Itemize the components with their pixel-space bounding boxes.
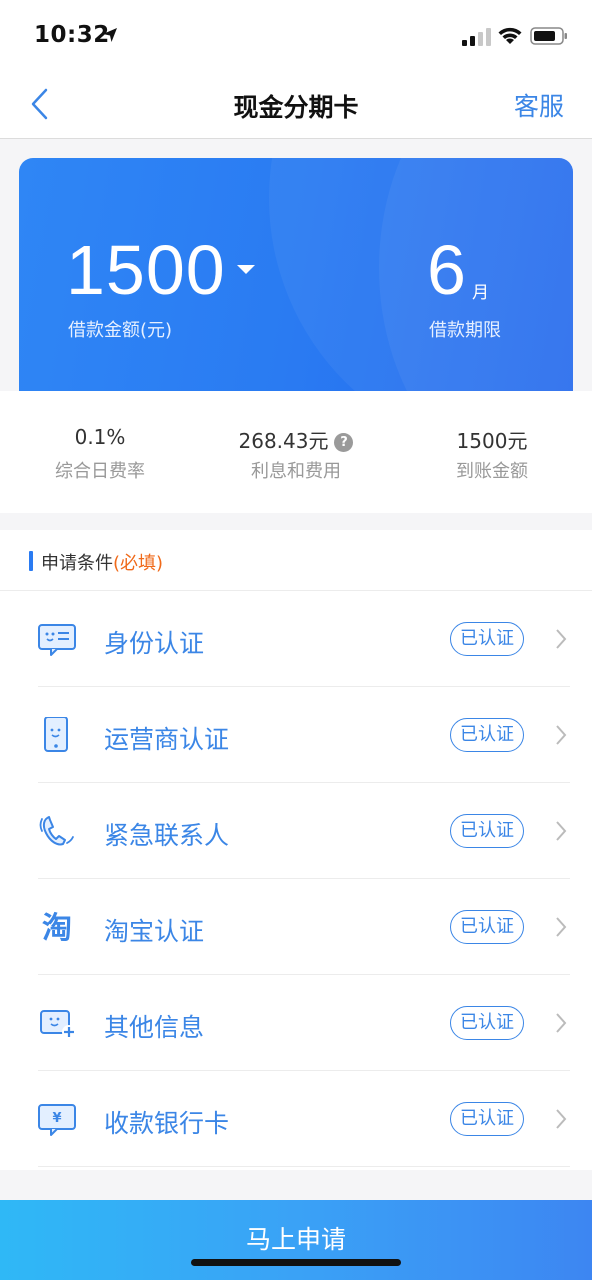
loan-card: 1500 借款金额(元) 6 月 借款期限 (19, 158, 573, 418)
signal-icon (462, 28, 491, 46)
interest-fees-label: 利息和费用 (251, 461, 341, 482)
condition-taobao[interactable]: 淘 淘宝认证 已认证 (0, 879, 592, 975)
wifi-icon (498, 27, 522, 44)
loan-term-label: 借款期限 (429, 320, 501, 341)
chevron-right-icon (556, 725, 567, 745)
chevron-right-icon (556, 1109, 567, 1129)
svg-text:淘: 淘 (42, 911, 72, 945)
conditions-title: 申请条件 (41, 553, 113, 574)
status-badge: 已认证 (450, 718, 524, 752)
condition-other-info[interactable]: 其他信息 已认证 (0, 975, 592, 1071)
loan-amount-value[interactable]: 1500 (66, 230, 226, 310)
phone-icon (44, 717, 68, 752)
taobao-icon: 淘 (42, 911, 72, 945)
other-info-icon (40, 1010, 76, 1039)
location-arrow-icon (103, 28, 117, 42)
nav-bar: 现金分期卡 客服 (0, 70, 592, 139)
received-amount-label: 到账金额 (456, 461, 528, 482)
chevron-right-icon (556, 629, 567, 649)
status-time: 10:32 (34, 22, 110, 48)
conditions-header: 申请条件(必填) (0, 530, 592, 591)
loan-term-unit: 月 (472, 283, 489, 303)
condition-emergency-contact[interactable]: 紧急联系人 已认证 (0, 783, 592, 879)
loan-amount-label: 借款金额(元) (68, 320, 173, 341)
status-badge: 已认证 (450, 622, 524, 656)
chevron-right-icon (556, 1013, 567, 1033)
condition-bank-card[interactable]: ¥ 收款银行卡 已认证 (0, 1071, 592, 1167)
condition-label: 淘宝认证 (104, 917, 205, 946)
battery-icon (530, 27, 567, 45)
customer-service-button[interactable]: 客服 (514, 87, 564, 123)
home-indicator (191, 1259, 401, 1266)
bank-card-icon: ¥ (38, 1104, 76, 1136)
condition-identity[interactable]: 身份认证 已认证 (0, 591, 592, 687)
fees-section: 0.1% 综合日费率 268.43元? 利息和费用 1500元 到账金额 (0, 391, 592, 513)
apply-now-button[interactable]: 马上申请 (0, 1200, 592, 1280)
received-amount-value: 1500元 (456, 429, 528, 453)
condition-carrier[interactable]: 运营商认证 已认证 (0, 687, 592, 783)
condition-label: 紧急联系人 (104, 821, 230, 850)
interest-fees: 268.43元? 利息和费用 (196, 425, 396, 483)
conditions-section: 申请条件(必填) 身份认证 已认证 运营商认证 已认证 紧急联系人 已认证 淘 … (0, 530, 592, 1170)
svg-text:¥: ¥ (52, 1111, 61, 1126)
daily-rate-label: 综合日费率 (55, 461, 145, 482)
received-amount: 1500元 到账金额 (392, 425, 592, 483)
chevron-right-icon (556, 917, 567, 937)
interest-fees-value: 268.43元 (238, 429, 329, 453)
contact-phone-icon (39, 816, 74, 846)
status-badge: 已认证 (450, 1102, 524, 1136)
required-note: (必填) (113, 553, 164, 574)
id-card-icon (38, 624, 76, 656)
section-marker (29, 551, 33, 571)
amount-dropdown-icon[interactable] (237, 265, 255, 274)
page-title: 现金分期卡 (233, 93, 359, 122)
status-bar: 10:32 (0, 0, 592, 70)
condition-label: 身份认证 (104, 629, 205, 658)
daily-rate: 0.1% 综合日费率 (0, 425, 200, 483)
condition-label: 其他信息 (104, 1013, 205, 1042)
daily-rate-value: 0.1% (74, 425, 126, 449)
help-icon[interactable]: ? (334, 433, 354, 452)
condition-label: 运营商认证 (104, 725, 230, 754)
status-badge: 已认证 (450, 1006, 524, 1040)
loan-term-value: 6 (427, 231, 466, 309)
status-badge: 已认证 (450, 910, 524, 944)
conditions-list: 身份认证 已认证 运营商认证 已认证 紧急联系人 已认证 淘 淘宝认证 已认证 … (0, 591, 592, 1167)
chevron-right-icon (556, 821, 567, 841)
condition-label: 收款银行卡 (104, 1109, 230, 1138)
status-badge: 已认证 (450, 814, 524, 848)
